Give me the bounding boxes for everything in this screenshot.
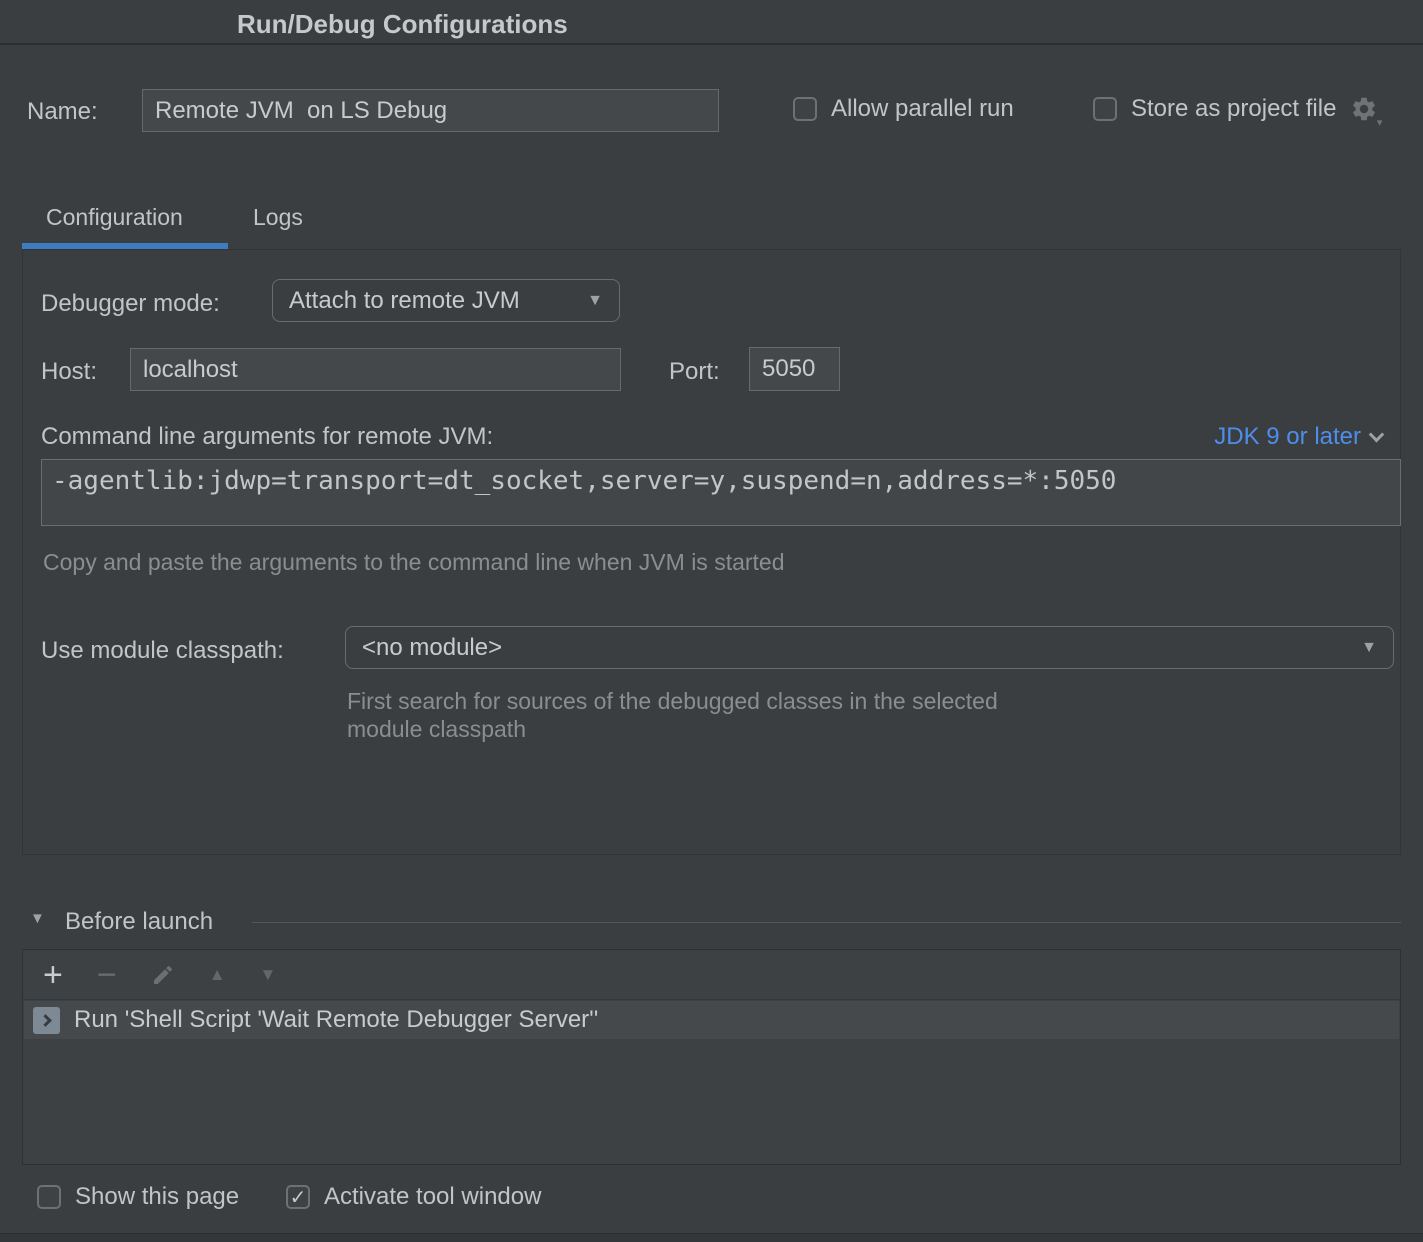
before-launch-separator bbox=[252, 922, 1401, 923]
dropdown-arrow-icon: ▼ bbox=[1361, 640, 1377, 656]
args-label: Command line arguments for remote JVM: bbox=[41, 423, 493, 451]
configuration-panel: Debugger mode: Attach to remote JVM ▼ Ho… bbox=[22, 249, 1401, 855]
add-task-button[interactable]: + bbox=[43, 958, 63, 992]
host-label: Host: bbox=[41, 358, 97, 386]
gear-dropdown-arrow-icon: ▾ bbox=[1377, 116, 1383, 129]
before-launch-title: Before launch bbox=[65, 908, 213, 936]
tab-logs[interactable]: Logs bbox=[253, 204, 303, 231]
module-classpath-dropdown[interactable]: <no module> ▼ bbox=[345, 626, 1394, 669]
args-hint: Copy and paste the arguments to the comm… bbox=[43, 549, 785, 576]
module-classpath-hint-line1: First search for sources of the debugged… bbox=[347, 688, 998, 715]
host-input[interactable] bbox=[130, 348, 621, 391]
run-shell-script-icon bbox=[33, 1007, 60, 1034]
show-this-page-option[interactable]: Show this page bbox=[37, 1183, 239, 1211]
run-chevron-icon bbox=[39, 1014, 52, 1027]
show-this-page-checkbox[interactable] bbox=[37, 1185, 61, 1209]
jdk-version-link[interactable]: JDK 9 or later bbox=[1214, 423, 1361, 451]
store-as-project-file-checkbox[interactable] bbox=[1093, 97, 1117, 121]
edit-task-button[interactable] bbox=[151, 963, 175, 987]
collapse-triangle-icon: ▼ bbox=[30, 910, 45, 927]
store-as-project-file-option[interactable]: Store as project file ▾ bbox=[1093, 95, 1378, 123]
args-textarea[interactable]: -agentlib:jdwp=transport=dt_socket,serve… bbox=[41, 459, 1401, 526]
debugger-mode-value: Attach to remote JVM bbox=[289, 287, 520, 315]
dropdown-arrow-icon: ▼ bbox=[587, 293, 603, 309]
before-launch-collapse-toggle[interactable]: ▼ bbox=[30, 910, 45, 928]
tab-configuration[interactable]: Configuration bbox=[46, 204, 183, 231]
port-label: Port: bbox=[669, 358, 720, 386]
activate-tool-window-label: Activate tool window bbox=[324, 1183, 541, 1211]
remove-task-button[interactable]: − bbox=[97, 958, 117, 992]
before-launch-listbox: + − ▲ ▼ Run 'Shell Script 'Wait Remote D… bbox=[22, 949, 1401, 1165]
dialog-titlebar: Run/Debug Configurations bbox=[0, 0, 1423, 45]
module-classpath-hint-line2: module classpath bbox=[347, 716, 526, 743]
dialog-title: Run/Debug Configurations bbox=[237, 9, 568, 40]
before-launch-task-row[interactable]: Run 'Shell Script 'Wait Remote Debugger … bbox=[24, 1001, 1399, 1039]
allow-parallel-run-option[interactable]: Allow parallel run bbox=[793, 95, 1014, 123]
debugger-mode-dropdown[interactable]: Attach to remote JVM ▼ bbox=[272, 279, 620, 322]
store-settings-gear-icon[interactable]: ▾ bbox=[1350, 95, 1378, 123]
activate-tool-window-checkbox[interactable]: ✓ bbox=[286, 1185, 310, 1209]
move-up-button[interactable]: ▲ bbox=[209, 965, 226, 985]
module-classpath-value: <no module> bbox=[362, 634, 502, 662]
dialog-bottom-edge bbox=[0, 1233, 1423, 1242]
store-as-project-file-label: Store as project file bbox=[1131, 95, 1336, 123]
pencil-icon bbox=[151, 963, 175, 987]
port-input[interactable] bbox=[749, 347, 840, 391]
allow-parallel-run-label: Allow parallel run bbox=[831, 95, 1014, 123]
before-launch-task-label: Run 'Shell Script 'Wait Remote Debugger … bbox=[74, 1006, 598, 1034]
show-this-page-label: Show this page bbox=[75, 1183, 239, 1211]
activate-tool-window-option[interactable]: ✓ Activate tool window bbox=[286, 1183, 541, 1211]
debugger-mode-label: Debugger mode: bbox=[41, 290, 220, 318]
before-launch-toolbar: + − ▲ ▼ bbox=[23, 950, 1400, 1000]
move-down-button[interactable]: ▼ bbox=[260, 965, 277, 985]
module-classpath-label: Use module classpath: bbox=[41, 637, 284, 665]
jdk-version-selector[interactable]: JDK 9 or later bbox=[1214, 423, 1382, 451]
allow-parallel-run-checkbox[interactable] bbox=[793, 97, 817, 121]
name-label: Name: bbox=[27, 98, 98, 126]
name-input[interactable] bbox=[142, 89, 719, 132]
jdk-version-chevron-icon bbox=[1369, 426, 1385, 442]
